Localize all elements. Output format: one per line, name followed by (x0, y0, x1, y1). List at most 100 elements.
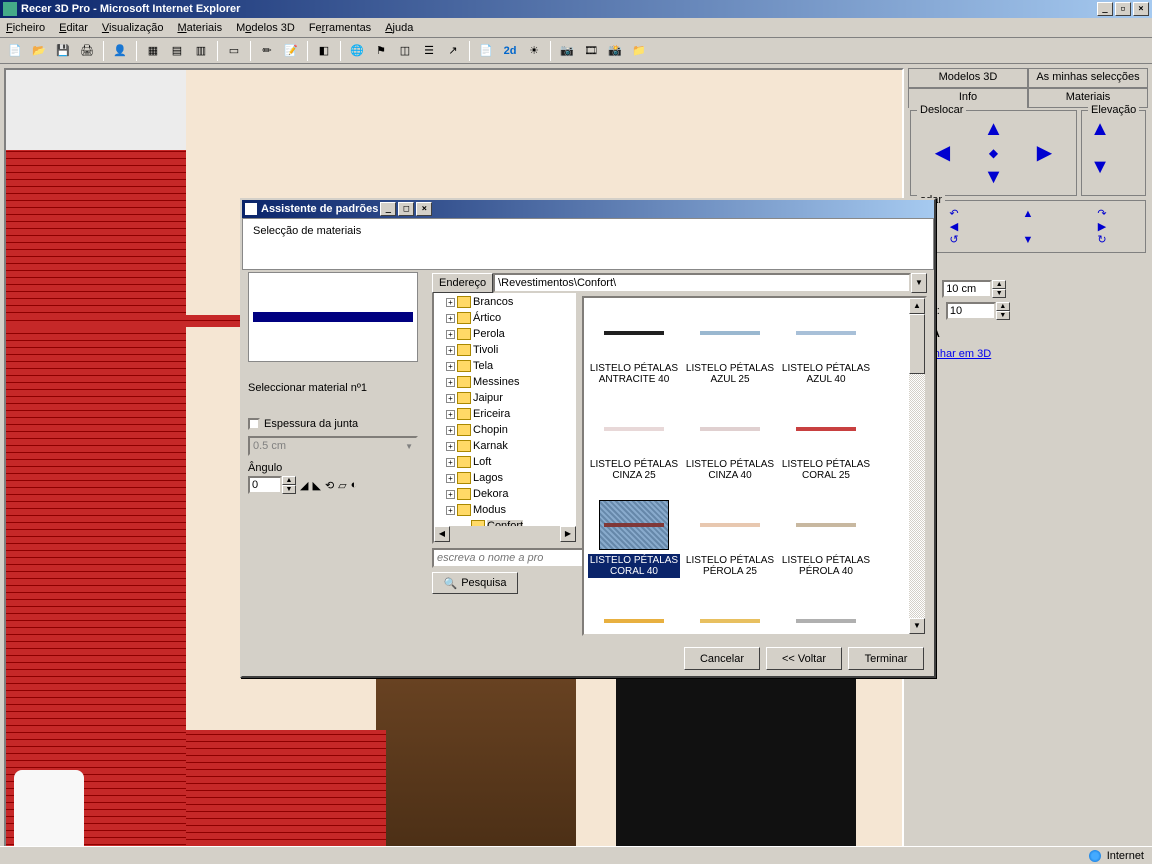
scroll-down-icon[interactable]: ▼ (909, 618, 925, 634)
spin-up-icon[interactable]: ▲ (992, 280, 1006, 289)
tree-node-chopin[interactable]: +Chopin (436, 422, 574, 438)
finish-button[interactable]: Terminar (848, 647, 924, 670)
tree-node-lagos[interactable]: +Lagos (436, 470, 574, 486)
spin-down-icon[interactable]: ▼ (992, 289, 1006, 298)
tab-seleccoes[interactable]: As minhas selecções (1028, 68, 1148, 88)
tree-node-messines[interactable]: +Messines (436, 374, 574, 390)
grid-item[interactable]: LISTELO PÉTALASCORAL 25 (778, 400, 874, 496)
tree-node-dekora[interactable]: +Dekora (436, 486, 574, 502)
minimize-button[interactable]: _ (1097, 2, 1113, 16)
panel-icon[interactable]: ◧ (313, 40, 335, 62)
search-input[interactable] (432, 548, 585, 568)
gulo-input[interactable] (946, 302, 996, 320)
folder-tree[interactable]: +Escorial+Brancos+Ártico+Perola+Tivoli+T… (432, 274, 578, 544)
angulo-input[interactable] (248, 476, 282, 494)
scroll-up-icon[interactable]: ▲ (909, 298, 925, 314)
arrow-up-icon[interactable]: ▲ (982, 117, 1006, 141)
search-button[interactable]: 🔍Pesquisa (432, 572, 518, 594)
menu-ficheiro[interactable]: Ficheiro (6, 22, 45, 34)
menu-materiais[interactable]: Materiais (177, 22, 222, 34)
tree-node-jaipur[interactable]: +Jaipur (436, 390, 574, 406)
tree-node-tivoli[interactable]: +Tivoli (436, 342, 574, 358)
spin-up-icon[interactable]: ▲ (282, 476, 296, 485)
tree-node-perola[interactable]: +Perola (436, 326, 574, 342)
stack-icon[interactable]: ☰ (418, 40, 440, 62)
arrow-left-icon[interactable]: ◀ (931, 141, 955, 165)
grid-item[interactable] (586, 592, 682, 636)
scroll-right-icon[interactable]: ▶ (560, 526, 576, 542)
folder2-icon[interactable]: 📁 (628, 40, 650, 62)
spin-down-icon[interactable]: ▼ (996, 311, 1010, 320)
grid-item[interactable]: LISTELO PÉTALASANTRACITE 40 (586, 304, 682, 400)
grid1-icon[interactable]: ▦ (142, 40, 164, 62)
tree-node-modus[interactable]: +Modus (436, 502, 574, 518)
tab-modelos3d[interactable]: Modelos 3D (908, 68, 1028, 88)
restore-button[interactable]: ▫ (1115, 2, 1131, 16)
grid-item[interactable]: LISTELO PÉTALASCORAL 40 (586, 496, 682, 592)
angle-tool4-icon[interactable]: ▱ (338, 479, 346, 492)
2d-icon[interactable]: 2d (499, 40, 521, 62)
camera2-icon[interactable]: 📸 (604, 40, 626, 62)
rotate-right-icon[interactable]: ▶ (1098, 220, 1106, 233)
pencil-icon[interactable]: ✏ (256, 40, 278, 62)
menu-editar[interactable]: Editar (59, 22, 88, 34)
globe-icon[interactable]: 🌐 (346, 40, 368, 62)
edit-icon[interactable]: 📝 (280, 40, 302, 62)
rotate-ne-icon[interactable]: ↷ (1097, 207, 1106, 220)
address-dropdown-icon[interactable]: ▼ (911, 273, 927, 293)
angle-tool2-icon[interactable]: ◣ (312, 479, 320, 492)
menu-visualizacao[interactable]: Visualização (102, 22, 164, 34)
rect-icon[interactable]: ▭ (223, 40, 245, 62)
dialog-titlebar[interactable]: Assistente de padrões _ □ × (242, 200, 934, 218)
rotate-sw-icon[interactable]: ↺ (949, 233, 958, 246)
grid-item[interactable] (682, 592, 778, 636)
grid-item[interactable]: LISTELO PÉTALASPÉROLA 25 (682, 496, 778, 592)
person-icon[interactable]: 👤 (109, 40, 131, 62)
elev-down-icon[interactable]: ▼ (1088, 155, 1112, 179)
dlg-minimize-button[interactable]: _ (380, 202, 396, 216)
menu-modelos3d[interactable]: Modelos 3D (236, 22, 295, 34)
scroll-thumb[interactable] (909, 314, 925, 374)
scroll-left-icon[interactable]: ◀ (434, 526, 450, 542)
dlg-maximize-button[interactable]: □ (398, 202, 414, 216)
angle-tool5-icon[interactable]: ◐ (351, 479, 358, 491)
arrow-right-icon[interactable]: ▶ (1033, 141, 1057, 165)
cube-icon[interactable]: ◫ (394, 40, 416, 62)
rotate-up-icon[interactable]: ▲ (1023, 208, 1034, 220)
film-icon[interactable]: 🎞 (580, 40, 602, 62)
grid-item[interactable]: LISTELO PÉTALASPÉROLA 40 (778, 496, 874, 592)
sso-input[interactable] (942, 280, 992, 298)
menu-ajuda[interactable]: Ajuda (385, 22, 413, 34)
spin-down-icon[interactable]: ▼ (282, 485, 296, 494)
angle-tool3-icon[interactable]: ⟲ (325, 479, 334, 492)
back-button[interactable]: << Voltar (766, 647, 842, 670)
grid3-icon[interactable]: ▥ (190, 40, 212, 62)
espessura-input[interactable]: 0.5 cm▼ (248, 436, 418, 456)
tree-node-tela[interactable]: +Tela (436, 358, 574, 374)
open-icon[interactable]: 📂 (28, 40, 50, 62)
elev-up-icon[interactable]: ▲ (1088, 117, 1112, 141)
grid2-icon[interactable]: ▤ (166, 40, 188, 62)
tree-node-loft[interactable]: +Loft (436, 454, 574, 470)
flag-icon[interactable]: ⚑ (370, 40, 392, 62)
print-icon[interactable]: 🖨 (76, 40, 98, 62)
tree-node-ártico[interactable]: +Ártico (436, 310, 574, 326)
camera-icon[interactable]: 📷 (556, 40, 578, 62)
menu-ferramentas[interactable]: Ferramentas (309, 22, 371, 34)
cancel-button[interactable]: Cancelar (684, 647, 760, 670)
tree-node-karnak[interactable]: +Karnak (436, 438, 574, 454)
address-input[interactable] (493, 273, 911, 293)
rotate-nw-icon[interactable]: ↶ (949, 207, 958, 220)
dlg-close-button[interactable]: × (416, 202, 432, 216)
spin-up-icon[interactable]: ▲ (996, 302, 1010, 311)
new-icon[interactable]: 📄 (4, 40, 26, 62)
rotate-se-icon[interactable]: ↻ (1097, 233, 1106, 246)
sun-icon[interactable]: ☀ (523, 40, 545, 62)
grid-item[interactable]: LISTELO PÉTALASCINZA 40 (682, 400, 778, 496)
grid-item[interactable]: LISTELO PÉTALASCINZA 25 (586, 400, 682, 496)
grid-item[interactable]: LISTELO PÉTALASAZUL 25 (682, 304, 778, 400)
desenhar-3d-link[interactable]: esenhar em 3D (916, 348, 1140, 360)
doc-icon[interactable]: 📄 (475, 40, 497, 62)
tree-node-brancos[interactable]: +Brancos (436, 294, 574, 310)
rotate-left-icon[interactable]: ◀ (950, 220, 958, 233)
